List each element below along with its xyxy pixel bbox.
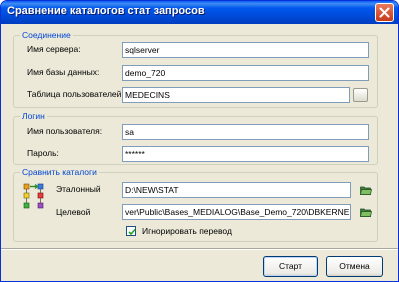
reference-label: Эталонный	[56, 184, 101, 194]
connection-legend: Соединение	[20, 30, 73, 41]
compare-legend: Сравнить каталоги	[20, 167, 99, 178]
users-table-label: Таблица пользователей	[27, 89, 122, 99]
start-button[interactable]: Старт	[263, 256, 318, 277]
dialog-window: Сравнение каталогов стат запросов Соедин…	[0, 0, 399, 282]
folder-open-icon[interactable]	[360, 185, 372, 195]
close-icon	[379, 7, 390, 18]
title-bar[interactable]: Сравнение каталогов стат запросов	[1, 1, 398, 24]
target-label: Целевой	[56, 207, 91, 217]
close-button[interactable]	[375, 3, 394, 22]
server-label: Имя сервера:	[27, 44, 81, 54]
cancel-button[interactable]: Отмена	[326, 256, 383, 277]
ignore-translation-checkbox[interactable]	[126, 226, 136, 236]
ignore-translation-label[interactable]: Игнорировать перевод	[142, 226, 232, 237]
folder-open-icon[interactable]	[360, 207, 372, 217]
password-label: Пароль:	[27, 148, 59, 158]
checkmark-icon	[128, 228, 136, 236]
users-table-browse-button[interactable]	[353, 88, 368, 102]
database-input[interactable]: demo_720	[122, 65, 369, 81]
login-legend: Логин	[20, 111, 47, 122]
window-title: Сравнение каталогов стат запросов	[7, 5, 205, 17]
users-table-input[interactable]: MEDECINS	[122, 87, 350, 103]
username-input[interactable]: sa	[122, 124, 369, 140]
footer-separator	[1, 248, 398, 250]
reference-path-input[interactable]: D:\NEW\STAT	[122, 182, 351, 198]
username-label: Имя пользователя:	[27, 126, 103, 136]
database-label: Имя базы данных:	[27, 67, 100, 77]
compare-folders-icon	[23, 183, 44, 209]
password-input[interactable]: ******	[122, 146, 369, 162]
target-path-input[interactable]: ver\Public\Bases_MEDIALOG\Base_Demo_720\…	[122, 204, 351, 220]
server-input[interactable]: sqlserver	[122, 42, 369, 58]
